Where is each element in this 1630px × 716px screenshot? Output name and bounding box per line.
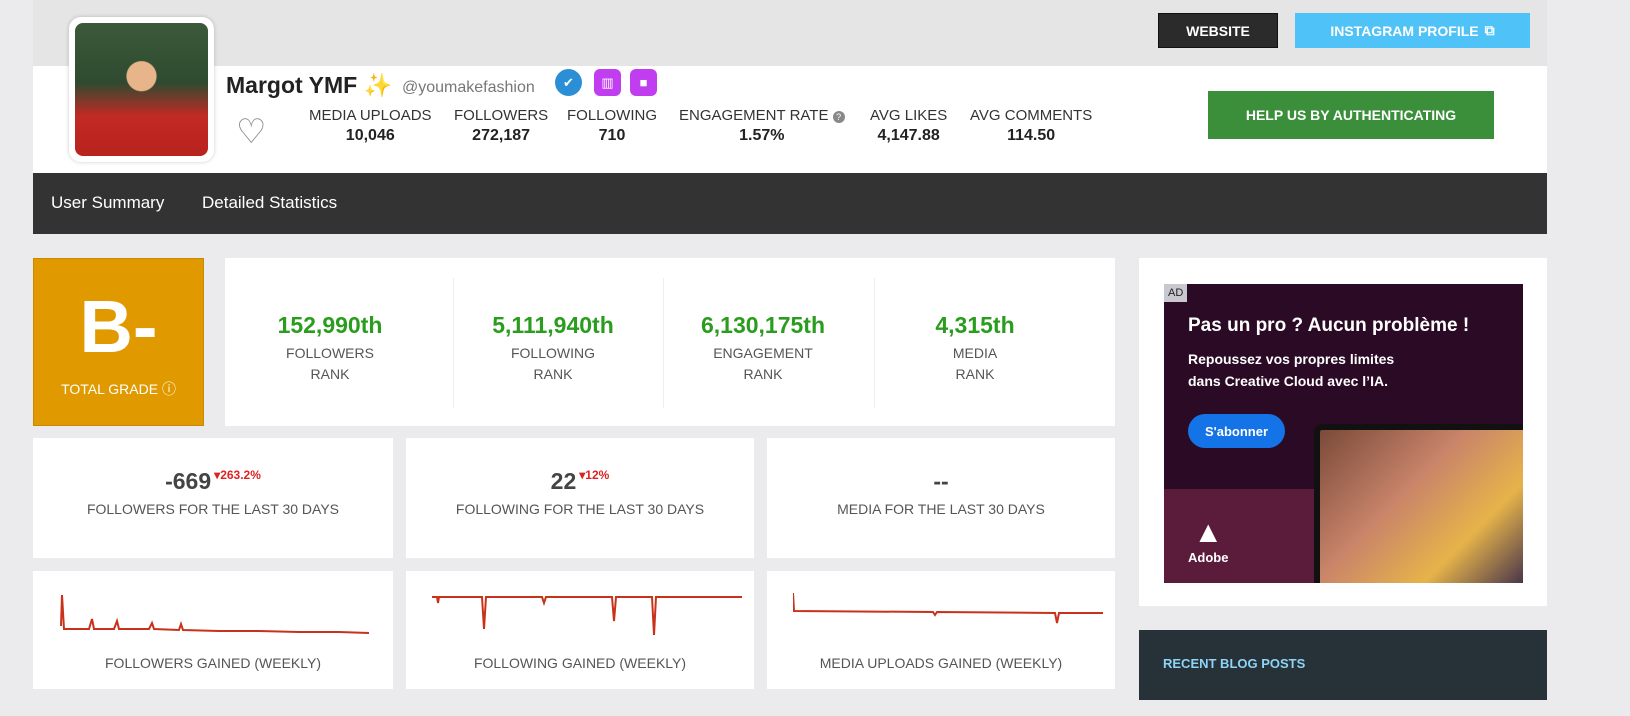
media-30-days-card: -- MEDIA FOR THE LAST 30 DAYS bbox=[767, 438, 1115, 558]
stat-followers: FOLLOWERS 272,187 bbox=[454, 107, 549, 144]
grade-label: TOTAL GRADE bbox=[61, 381, 159, 397]
verified-icon: ✔ bbox=[555, 69, 582, 96]
grade-value: B- bbox=[79, 285, 158, 368]
total-grade-card: B- TOTAL GRADE ⓘ bbox=[33, 258, 204, 426]
authenticate-button[interactable]: HELP US BY AUTHENTICATING bbox=[1208, 91, 1494, 139]
video-icon[interactable]: ■ bbox=[630, 69, 657, 96]
stat-media-uploads: MEDIA UPLOADS 10,046 bbox=[309, 107, 432, 144]
media-gained-chart: MEDIA UPLOADS GAINED (WEEKLY) bbox=[767, 571, 1115, 689]
following-gained-chart: FOLLOWING GAINED (WEEKLY) bbox=[406, 571, 754, 689]
adobe-logo: ▲ Adobe bbox=[1188, 516, 1229, 565]
media-sparkline bbox=[793, 592, 1103, 624]
website-button[interactable]: WEBSITE bbox=[1158, 13, 1278, 48]
following-30-days-card: 22 ▾12% FOLLOWING FOR THE LAST 30 DAYS bbox=[406, 438, 754, 558]
ranks-panel: 152,990th FOLLOWERS RANK 5,111,940th FOLLOW… bbox=[225, 258, 1115, 426]
heart-icon[interactable]: ♡ bbox=[236, 112, 266, 152]
tab-user-summary[interactable]: User Summary bbox=[51, 193, 164, 213]
help-icon[interactable]: ⓘ bbox=[162, 381, 176, 397]
ad-tag: AD bbox=[1164, 284, 1188, 302]
rank-followers: 152,990th FOLLOWERS RANK bbox=[277, 312, 383, 382]
stat-avg-likes: AVG LIKES 4,147.88 bbox=[870, 107, 948, 144]
ad-image bbox=[1314, 424, 1523, 583]
followers-gained-chart: FOLLOWERS GAINED (WEEKLY) bbox=[33, 571, 393, 689]
profile-name: Margot YMF ✨ bbox=[226, 72, 393, 98]
stat-avg-comments: AVG COMMENTS 114.50 bbox=[970, 107, 1093, 144]
following-sparkline bbox=[432, 596, 742, 636]
rank-following: 5,111,940th FOLLOWING RANK bbox=[492, 312, 614, 382]
instagram-label: INSTAGRAM PROFILE bbox=[1330, 22, 1479, 39]
stat-engagement-rate: ENGAGEMENT RATE ? 1.57% bbox=[679, 107, 845, 145]
followers-sparkline bbox=[60, 594, 370, 634]
blog-title: RECENT BLOG POSTS bbox=[1163, 656, 1306, 671]
help-icon[interactable]: ? bbox=[832, 111, 845, 123]
profile-handle: @youmakefashion bbox=[402, 79, 535, 96]
avatar bbox=[69, 17, 214, 162]
rank-media: 4,315th MEDIA RANK bbox=[935, 312, 1015, 382]
ad-subscribe-button[interactable]: S'abonner bbox=[1188, 414, 1285, 448]
ad-headline: Pas un pro ? Aucun problème ! bbox=[1188, 315, 1470, 336]
stat-following: FOLLOWING 710 bbox=[567, 107, 658, 144]
recent-blog-posts: RECENT BLOG POSTS bbox=[1139, 630, 1547, 700]
rank-engagement: 6,130,175th ENGAGEMENT RANK bbox=[700, 312, 826, 382]
external-link-icon: ⧉ bbox=[1484, 22, 1495, 38]
instagram-profile-button[interactable]: INSTAGRAM PROFILE ⧉ bbox=[1295, 13, 1530, 48]
tab-detailed-statistics[interactable]: Detailed Statistics bbox=[202, 193, 337, 213]
ad-banner[interactable]: AD Pas un pro ? Aucun problème ! Repouss… bbox=[1164, 284, 1523, 583]
bar-chart-icon[interactable]: ▥ bbox=[594, 69, 621, 96]
followers-30-days-card: -669 ▾263.2% FOLLOWERS FOR THE LAST 30 DAY… bbox=[33, 438, 393, 558]
